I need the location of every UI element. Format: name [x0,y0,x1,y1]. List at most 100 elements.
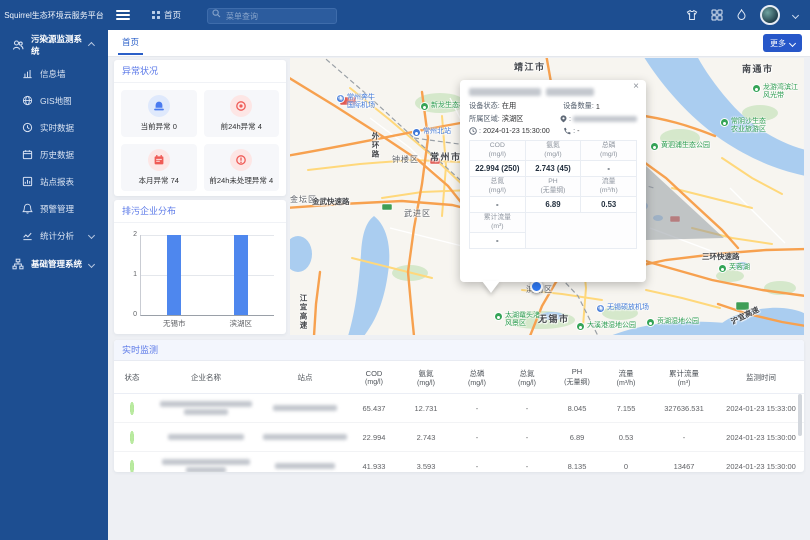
x-category: 无锡市 [152,318,196,329]
table-row[interactable]: 65.437 12.731 - - 8.045 7.155 327636.531… [114,394,804,423]
device-count: 设备数量:1 [563,101,600,111]
fullscreen-layout-icon[interactable] [711,9,723,21]
enterprise-distribution-panel: 排污企业分布 2 1 0 无锡市 滨湖区 [114,200,286,334]
bar-wuxi [167,235,181,315]
table-row[interactable]: 41.933 3.593 - - 8.135 0 13467 2024-01-2… [114,452,804,473]
map-poi-label: ✈常州奔牛国际机场 [336,94,375,111]
location-pin-icon [560,115,567,123]
table-header-row: 状态 企业名称 站点 COD(mg/l) 氨氮(mg/l) 总磷(mg/l) 总… [114,361,804,394]
realtime-data-icon [22,122,33,133]
y-tick: 1 [125,271,137,278]
status-dot-online [130,431,134,444]
sidebar-item-gis-map[interactable]: GIS地图 [0,87,108,114]
phone-icon [563,127,571,135]
menu-search [207,6,337,25]
station-report-icon [22,176,33,187]
breadcrumb[interactable]: 首页 [152,9,181,21]
map-label-city: 靖江市 [514,60,546,73]
base-system-icon [12,258,24,270]
gis-map-view[interactable]: 靖江市 南通市 常州市 无锡市 钟楼区 武进区 金坛区 滨湖区 金武快速路 三环… [290,58,804,335]
status-dot-online [130,402,134,415]
sidebar-item-statistics[interactable]: 统计分析 [0,222,108,249]
airport-icon: ✈ [336,94,345,103]
stats-grid: 当前异常 0 前24h异常 4 本月异常 74 [114,83,286,198]
station-name-redacted [262,394,348,423]
park-icon [718,264,727,273]
sidebar-item-alert-management[interactable]: 预警管理 [0,195,108,222]
table-row[interactable]: 22.994 2.743 - - 6.89 0.53 - 2024-01-23 … [114,423,804,452]
home-grid-icon [152,11,160,19]
tabbar: 首页 更多 [108,30,810,57]
search-input[interactable] [207,8,337,24]
sidebar-item-history-data[interactable]: 历史数据 [0,141,108,168]
siren-icon [148,95,170,117]
flame-icon[interactable] [736,9,747,21]
sidebar-item-info-wall[interactable]: 信息墙 [0,60,108,87]
expand-chevron-icon [88,232,95,239]
main-content: 异常状况 当前异常 0 前24h异常 4 [108,56,810,540]
device-info-popup: × 设备状态:在用 设备数量:1 所属区域:滨湖区 : [460,80,646,282]
map-poi-label: 黄泗浦生态公园 [650,142,710,151]
station-name-redacted [262,452,348,473]
map-poi-label: 常州北站 [412,128,451,137]
chevron-down-icon [789,39,796,46]
map-label-road: 三环快速路 [702,251,740,262]
breadcrumb-home: 首页 [164,9,181,21]
map-poi-label: 大溪港湿地公园 [576,322,636,331]
y-tick: 2 [125,231,137,238]
sidebar-group-base-system[interactable]: 基础管理系统 [0,249,108,279]
user-menu-chevron-icon[interactable] [792,11,799,18]
expand-chevron-icon [88,260,95,267]
map-label-city: 无锡市 [538,312,570,325]
enterprise-name-redacted [150,452,262,473]
stat-card-24h-unhandled-abnormal[interactable]: 前24h未处理异常 4 [204,144,280,191]
app-root: Squirrel生态环境云服务平台 首页 [0,0,810,540]
map-label-district: 武进区 [404,208,431,219]
device-region: 所属区域:滨湖区 [469,114,560,124]
panel-title: 实时监测 [114,340,804,361]
stat-card-24h-abnormal[interactable]: 前24h异常 4 [204,90,280,137]
map-label-road: 江宜高速 [298,294,309,330]
x-category: 滨湖区 [219,318,263,329]
panel-title: 排污企业分布 [114,200,286,223]
enterprise-name-redacted [150,394,262,423]
history-data-icon [22,149,33,160]
more-button[interactable]: 更多 [763,34,802,52]
user-avatar[interactable] [760,5,780,25]
park-icon [494,312,503,321]
y-tick: 0 [125,311,137,318]
sidebar-group-pollution-system[interactable]: 污染源监测系统 [0,30,108,60]
map-label-city: 常州市 [430,150,462,163]
map-poi-label: 常阴沙生态农业旅游区 [720,118,766,135]
map-poi-label: 龙游湾滨江风光带 [752,84,798,101]
alarm-icon [230,95,252,117]
stat-card-month-abnormal[interactable]: 本月异常 74 [121,144,197,191]
platform-logo: Squirrel生态环境云服务平台 [0,10,108,21]
collapse-chevron-icon [88,41,95,48]
park-icon [646,318,655,327]
realtime-table: 状态 企业名称 站点 COD(mg/l) 氨氮(mg/l) 总磷(mg/l) 总… [114,361,804,472]
sidebar-item-station-report[interactable]: 站点报表 [0,168,108,195]
table-scrollbar[interactable] [798,394,802,436]
search-icon [212,9,221,18]
tab-home[interactable]: 首页 [118,30,143,55]
sidebar: 污染源监测系统 信息墙 GIS地图 实时数据 历史数据 站点报表 预警管理 [0,30,108,540]
map-poi-label: 贡湖湿地公园 [646,318,699,327]
pollution-system-icon [12,39,24,51]
close-icon[interactable]: × [630,81,642,93]
airport-icon: ✈ [596,304,605,313]
status-dot-online [130,460,134,473]
bar-chart: 2 1 0 无锡市 滨湖区 [140,235,274,316]
alert-management-icon [22,203,33,214]
topbar-actions [686,5,810,25]
theme-skin-icon[interactable] [686,9,698,21]
device-phone: :- [563,126,579,135]
map-label-district: 钟楼区 [392,154,419,165]
map-poi-label: ✈无锡硕放机场 [596,304,649,313]
station-name-redacted [262,423,348,452]
stat-card-current-abnormal[interactable]: 当前异常 0 [121,90,197,137]
sidebar-item-realtime-data[interactable]: 实时数据 [0,114,108,141]
menu-toggle-icon[interactable] [116,10,130,20]
map-label-city: 南通市 [742,62,774,75]
popup-metrics-table: COD(mg/l) 氨氮(mg/l) 总磷(mg/l) 22.994 (250)… [469,140,637,249]
